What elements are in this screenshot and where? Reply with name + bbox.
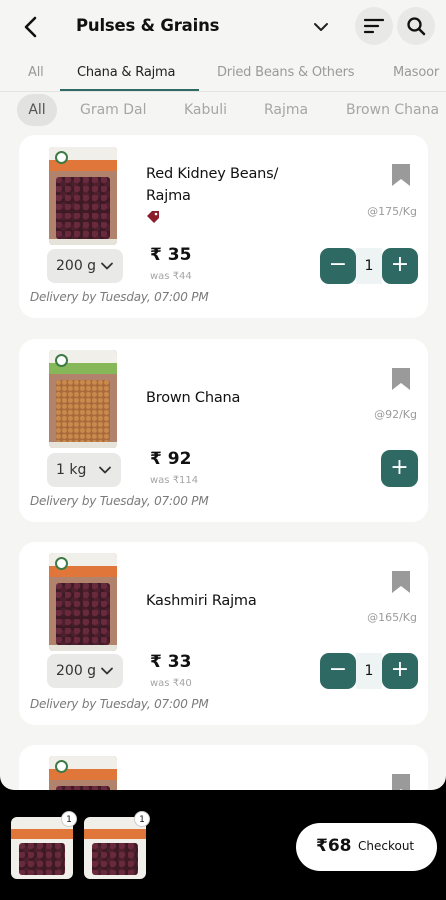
cart-item-thumbnail[interactable] — [84, 817, 146, 879]
original-price: was ₹114 — [150, 475, 199, 486]
chevron-down-icon[interactable] — [311, 17, 331, 37]
chip-gram-dal[interactable]: Gram Dal — [80, 94, 147, 126]
app-screen: Pulses & Grains All Chana & Rajma Dried … — [0, 0, 446, 790]
weight-select[interactable]: 1 kg — [47, 453, 121, 487]
cart-item-count-badge: 1 — [61, 811, 77, 827]
decrease-button[interactable]: − — [320, 653, 356, 689]
unit-price: @92/Kg — [374, 408, 417, 421]
product-card[interactable] — [19, 745, 428, 790]
quantity-stepper: − 1 + — [320, 653, 418, 689]
chevron-down-icon — [101, 667, 113, 675]
unit-price: @175/Kg — [367, 205, 417, 218]
delivery-info: Delivery by Tuesday, 07:00 PM — [30, 697, 209, 711]
tab-chana-rajma[interactable]: Chana & Rajma — [77, 65, 175, 80]
increase-button[interactable]: + — [382, 653, 418, 689]
delivery-info: Delivery by Tuesday, 07:00 PM — [30, 290, 209, 304]
tab-dried-beans[interactable]: Dried Beans & Others — [217, 65, 355, 80]
search-icon — [407, 17, 426, 36]
sort-icon — [364, 18, 384, 34]
unit-price: @165/Kg — [367, 611, 417, 624]
original-price: was ₹44 — [150, 271, 192, 282]
search-button[interactable] — [397, 7, 435, 45]
cart-item-thumbnail[interactable] — [11, 817, 73, 879]
product-card[interactable]: Red Kidney Beans/ Rajma @175/Kg 200 g ₹ … — [19, 135, 428, 318]
chip-rajma[interactable]: Rajma — [264, 94, 308, 126]
back-arrow-icon[interactable] — [18, 14, 44, 40]
header: Pulses & Grains — [0, 0, 446, 55]
product-price: ₹ 33 — [150, 652, 192, 672]
increase-button[interactable]: + — [382, 248, 418, 284]
original-price: was ₹40 — [150, 678, 192, 689]
add-to-cart-button[interactable]: + — [381, 450, 418, 487]
sort-button[interactable] — [355, 7, 393, 45]
cart-item-count-badge: 1 — [134, 811, 150, 827]
checkout-label: Checkout — [358, 839, 415, 853]
chip-kabuli[interactable]: Kabuli — [184, 94, 227, 126]
product-price: ₹ 35 — [150, 245, 192, 265]
product-card[interactable]: Brown Chana @92/Kg 1 kg ₹ 92 was ₹114 + … — [19, 339, 428, 522]
active-tab-indicator — [60, 89, 199, 91]
weight-select[interactable]: 200 g — [47, 654, 123, 688]
chevron-down-icon — [101, 262, 113, 270]
product-image[interactable] — [49, 756, 117, 790]
bookmark-icon[interactable] — [391, 367, 411, 391]
brand-logo-icon — [55, 760, 68, 773]
bookmark-icon[interactable] — [391, 163, 411, 187]
brand-logo-icon — [55, 557, 68, 570]
product-name[interactable]: Red Kidney Beans/ Rajma — [146, 163, 278, 207]
product-image[interactable] — [49, 350, 117, 448]
tag-icon — [146, 209, 160, 223]
chip-all[interactable]: All — [17, 94, 57, 126]
product-card[interactable]: Kashmiri Rajma @165/Kg 200 g ₹ 33 was ₹4… — [19, 542, 428, 725]
product-name[interactable]: Brown Chana — [146, 387, 240, 409]
product-image[interactable] — [49, 147, 117, 245]
page-title[interactable]: Pulses & Grains — [76, 16, 219, 35]
bookmark-icon[interactable] — [391, 773, 411, 790]
quantity-stepper: − 1 + — [320, 248, 418, 284]
quantity-value: 1 — [356, 248, 382, 284]
product-name[interactable]: Kashmiri Rajma — [146, 590, 257, 612]
chevron-down-icon — [99, 466, 111, 474]
chip-brown-chana[interactable]: Brown Chana — [346, 94, 439, 126]
bookmark-icon[interactable] — [391, 570, 411, 594]
tab-masoor[interactable]: Masoor — [393, 65, 439, 80]
tab-all[interactable]: All — [28, 65, 44, 80]
weight-select[interactable]: 200 g — [47, 249, 123, 283]
product-image[interactable] — [49, 553, 117, 651]
brand-logo-icon — [55, 151, 68, 164]
quantity-value: 1 — [356, 653, 382, 689]
decrease-button[interactable]: − — [320, 248, 356, 284]
filter-chips: All Gram Dal Kabuli Rajma Brown Chana — [0, 94, 446, 126]
checkout-button[interactable]: ₹68 Checkout — [296, 823, 437, 871]
category-tabs: All Chana & Rajma Dried Beans & Others M… — [0, 56, 446, 92]
product-price: ₹ 92 — [150, 449, 192, 469]
delivery-info: Delivery by Tuesday, 07:00 PM — [30, 494, 209, 508]
brand-logo-icon — [55, 354, 68, 367]
cart-total: ₹68 — [316, 836, 352, 856]
